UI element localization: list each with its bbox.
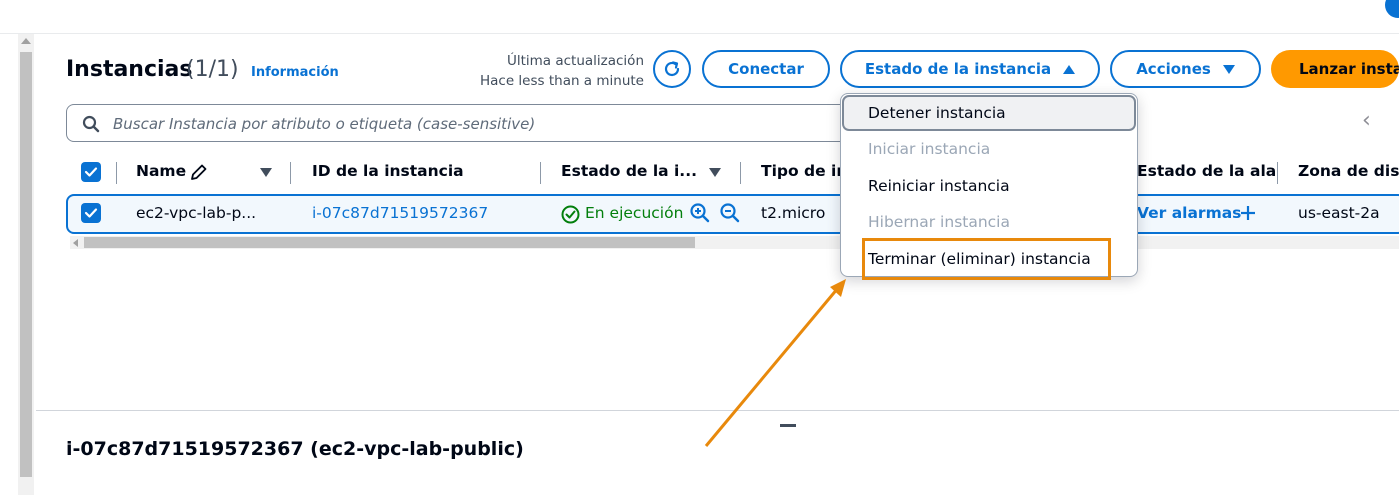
annotation-arrow-icon <box>704 279 846 447</box>
